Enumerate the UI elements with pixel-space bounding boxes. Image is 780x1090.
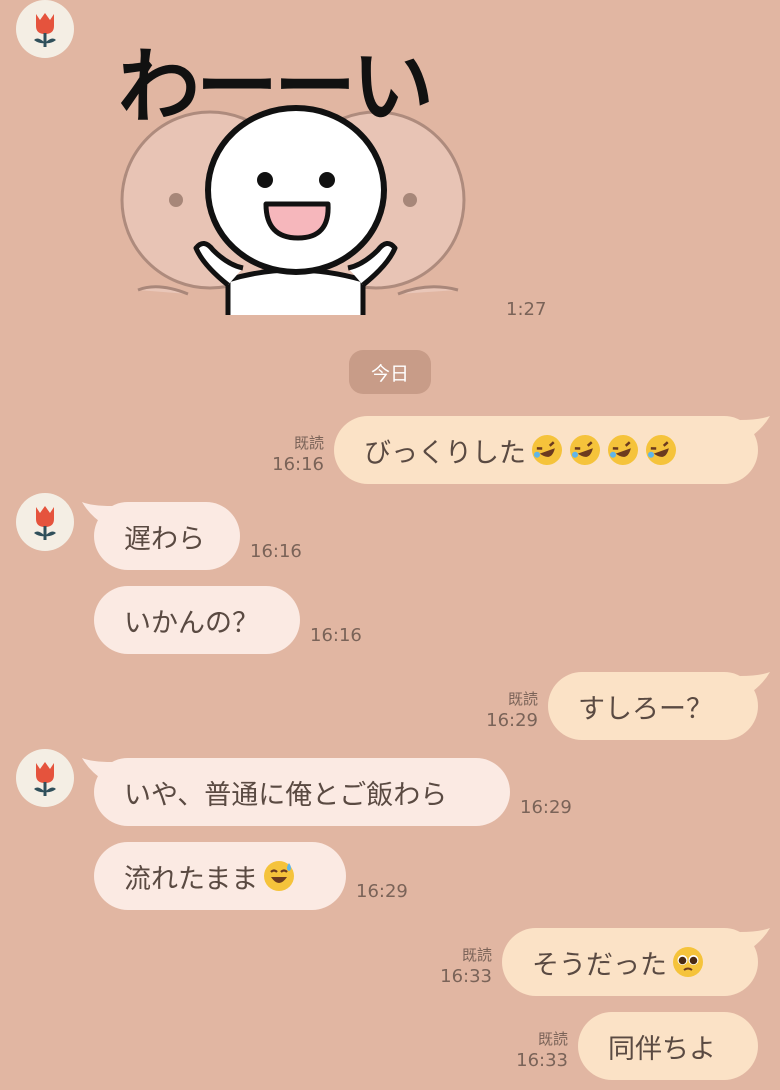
message-bubble-outgoing[interactable]: 同伴ちよ (578, 1012, 758, 1080)
timestamp: 16:29 (520, 797, 572, 818)
message-bubble-incoming[interactable]: 遅わら (94, 502, 240, 570)
timestamp: 16:29 (356, 881, 408, 902)
avatar[interactable] (16, 0, 74, 58)
date-divider: 今日 (349, 350, 431, 394)
timestamp: 16:33 (440, 966, 492, 987)
timestamp: 16:16 (272, 454, 324, 475)
red-tulip-icon (34, 506, 56, 540)
read-receipt: 既読 16:29 (476, 688, 538, 732)
message-bubble-outgoing[interactable]: そうだった (502, 928, 758, 996)
message-text: 流れたまま (124, 863, 259, 895)
pleading-face-emoji-icon (673, 947, 703, 977)
bubble-tail (740, 928, 770, 952)
read-label: 既読 (537, 1030, 568, 1048)
bubble-tail (740, 416, 770, 440)
rolling-laughing-emoji-icon (570, 435, 600, 465)
read-receipt: 既読 16:33 (430, 944, 492, 988)
red-tulip-icon (34, 13, 56, 47)
message-text: すしろー？ (578, 693, 713, 725)
timestamp: 16:33 (516, 1050, 568, 1071)
read-receipt: 既読 16:33 (506, 1028, 568, 1072)
message-bubble-outgoing[interactable]: すしろー？ (548, 672, 758, 740)
bubble-tail (740, 672, 770, 696)
sticker-text: わーーい (118, 40, 434, 135)
sticker[interactable]: わーーい (118, 10, 488, 315)
red-tulip-icon (34, 762, 56, 796)
timestamp: 16:16 (310, 625, 362, 646)
avatar[interactable] (16, 749, 74, 807)
rolling-laughing-emoji-icon (532, 435, 562, 465)
message-text: そうだった (532, 949, 667, 981)
rolling-laughing-emoji-icon (608, 435, 638, 465)
message-bubble-incoming[interactable]: 流れたまま (94, 842, 346, 910)
message-bubble-outgoing[interactable]: びっくりした (334, 416, 758, 484)
message-bubble-incoming[interactable]: いや、普通に俺とご飯わら (94, 758, 510, 826)
message-text: いかんの？ (124, 607, 259, 639)
message-text: びっくりした (364, 437, 526, 469)
read-label: 既読 (293, 434, 324, 452)
avatar[interactable] (16, 493, 74, 551)
message-text: 同伴ちよ (608, 1033, 716, 1065)
timestamp: 1:27 (506, 299, 547, 320)
message-bubble-incoming[interactable]: いかんの？ (94, 586, 300, 654)
read-label: 既読 (507, 690, 538, 708)
timestamp: 16:29 (486, 710, 538, 731)
sweat-smile-emoji-icon (264, 861, 295, 891)
message-text: 遅わら (124, 523, 205, 555)
read-label: 既読 (461, 946, 492, 964)
read-receipt: 既読 16:16 (262, 432, 324, 476)
message-text: いや、普通に俺とご飯わら (124, 779, 448, 811)
rolling-laughing-emoji-icon (646, 435, 676, 465)
timestamp: 16:16 (250, 541, 302, 562)
